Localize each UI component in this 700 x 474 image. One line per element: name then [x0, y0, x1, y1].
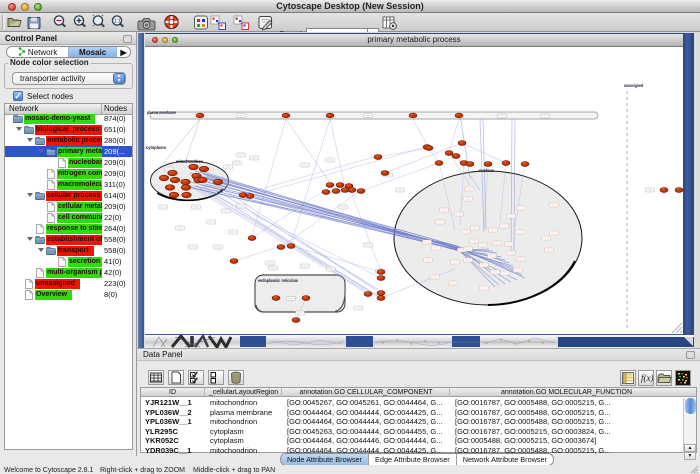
svg-text:plasma membrane: plasma membrane — [147, 110, 176, 115]
svg-text:cytoplasm: cytoplasm — [146, 145, 166, 150]
svg-text:nucleus: nucleus — [479, 168, 494, 173]
svg-text:f(x): f(x) — [641, 373, 653, 383]
svg-text:unassigned: unassigned — [624, 83, 643, 88]
svg-text:endoplasmic reticulum: endoplasmic reticulum — [258, 278, 298, 283]
svg-text:1:1: 1:1 — [114, 19, 121, 25]
svg-text:mitochondrion: mitochondrion — [176, 159, 203, 164]
